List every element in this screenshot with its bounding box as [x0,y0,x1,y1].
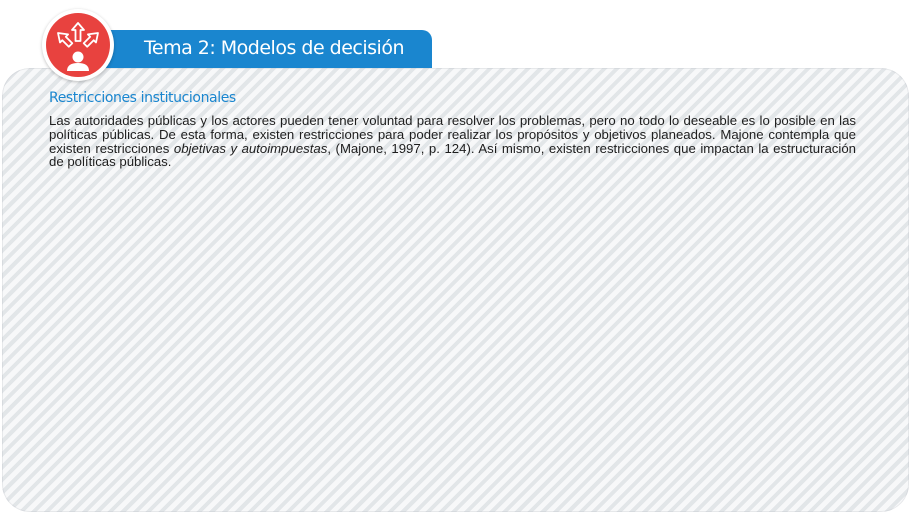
badge-circle [46,13,110,77]
page-title: Tema 2: Modelos de decisión [144,37,405,59]
paragraph-italic-phrase: objetivas y autoimpuestas [173,140,328,156]
slide: Tema 2: Modelos de decisión Restriccione… [0,0,913,515]
section-heading: Restricciones institucionales [49,90,236,106]
topic-badge [42,9,114,81]
title-bar: Tema 2: Modelos de decisión [88,30,432,68]
body-paragraph: Las autoridades públicas y los actores p… [49,114,856,169]
person-with-outward-arrows-icon [57,22,99,71]
